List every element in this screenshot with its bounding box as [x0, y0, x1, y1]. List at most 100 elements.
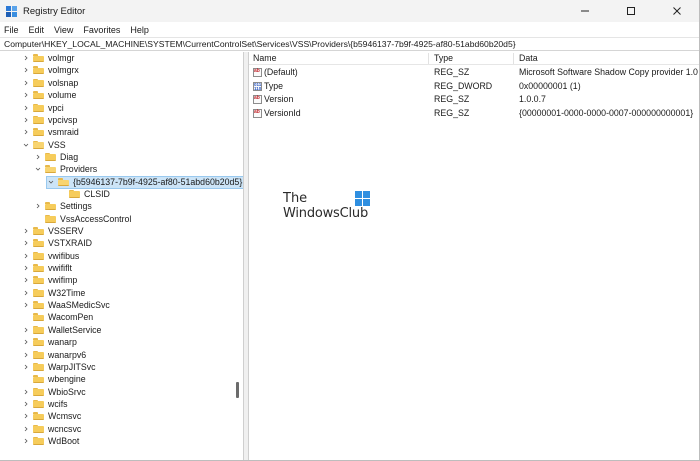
tree-item[interactable]: VSSERV — [22, 225, 84, 237]
chevron-right-icon[interactable] — [22, 425, 30, 433]
tree-item[interactable]: vwififlt — [22, 262, 72, 274]
menu-favorites[interactable]: Favorites — [78, 25, 125, 35]
registry-editor-icon — [6, 5, 17, 17]
close-button[interactable] — [654, 0, 700, 22]
tree-item[interactable]: wanarpv6 — [22, 348, 86, 360]
chevron-right-icon[interactable] — [22, 54, 30, 62]
string-value-icon: ab — [253, 108, 262, 118]
value-row[interactable]: ab VersionId REG_SZ {00000001-0000-0000-000… — [249, 107, 700, 120]
chevron-right-icon[interactable] — [22, 91, 30, 99]
chevron-right-icon[interactable] — [34, 153, 42, 161]
folder-open-icon — [58, 178, 69, 186]
folder-icon — [69, 189, 80, 198]
tree-item[interactable]: WbioSrvc — [22, 385, 86, 397]
tree-item[interactable]: volmgr — [22, 52, 74, 64]
tree-item-label: wbengine — [48, 374, 86, 385]
tree-item-label: wcifs — [48, 398, 68, 409]
menu-file[interactable]: File — [0, 25, 24, 35]
chevron-right-icon[interactable] — [22, 289, 30, 297]
window-controls — [562, 0, 700, 22]
tree-item[interactable]: WarpJITSvc — [22, 361, 96, 373]
chevron-right-icon[interactable] — [22, 363, 30, 371]
tree-item[interactable]: wcncsvc — [22, 423, 81, 435]
column-header-name[interactable]: Name — [249, 53, 429, 64]
chevron-down-icon[interactable] — [47, 178, 55, 186]
tree-item[interactable]: WaaSMedicSvc — [22, 299, 110, 311]
tree-item-label: wanarp — [48, 337, 77, 348]
chevron-right-icon[interactable] — [34, 202, 42, 210]
chevron-right-icon[interactable] — [22, 264, 30, 272]
tree-item[interactable]: vpcivsp — [22, 114, 77, 126]
chevron-right-icon[interactable] — [22, 388, 30, 396]
chevron-right-icon[interactable] — [22, 437, 30, 445]
chevron-right-icon[interactable] — [22, 104, 30, 112]
chevron-right-icon[interactable] — [22, 79, 30, 87]
value-name: Type — [264, 80, 284, 91]
column-header-data[interactable]: Data — [515, 53, 700, 64]
column-header-type[interactable]: Type — [430, 53, 514, 64]
tree-item[interactable]: vwifibus — [22, 250, 79, 262]
folder-icon — [33, 424, 44, 433]
tree-item[interactable]: wbengine — [22, 373, 86, 385]
tree-item[interactable]: vpci — [22, 101, 64, 113]
tree-item[interactable]: volmgrx — [22, 64, 79, 76]
chevron-right-icon[interactable] — [22, 400, 30, 408]
value-data-cell: 1.0.0.7 — [519, 94, 546, 105]
menu-edit[interactable]: Edit — [24, 25, 50, 35]
menu-view[interactable]: View — [49, 25, 78, 35]
chevron-right-icon[interactable] — [22, 326, 30, 334]
folder-icon — [33, 54, 44, 63]
folder-icon — [33, 387, 44, 396]
value-list-pane[interactable]: Name Type Data ab (Default) REG_SZ Microsof… — [248, 52, 700, 461]
tree-item[interactable]: Wcmsvc — [22, 410, 81, 422]
tree-item[interactable]: wcifs — [22, 398, 68, 410]
tree-item-label: volmgrx — [48, 65, 79, 76]
tree-item[interactable]: WacomPen — [22, 311, 93, 323]
key-tree-pane[interactable]: volmgr volmgrx volsnap volume vpci vpcivsp vsm… — [0, 52, 244, 461]
tree-item[interactable]: WalletService — [22, 324, 101, 336]
tree-item[interactable]: CLSID — [58, 188, 110, 200]
chevron-right-icon[interactable] — [22, 301, 30, 309]
chevron-right-icon[interactable] — [22, 338, 30, 346]
watermark-line1: The — [283, 191, 308, 206]
chevron-down-icon[interactable] — [34, 165, 42, 173]
maximize-button[interactable] — [608, 0, 654, 22]
tree-item[interactable]: VSTXRAID — [22, 237, 92, 249]
tree-item[interactable]: W32Time — [22, 287, 85, 299]
address-bar[interactable]: Computer\HKEY_LOCAL_MACHINE\SYSTEM\Curre… — [0, 37, 700, 51]
chevron-down-icon[interactable] — [22, 141, 30, 149]
chevron-right-icon[interactable] — [22, 227, 30, 235]
tree-item[interactable]: Settings — [34, 200, 92, 212]
chevron-right-icon[interactable] — [22, 276, 30, 284]
tree-item[interactable]: wanarp — [22, 336, 77, 348]
tree-item[interactable]: volsnap — [22, 77, 78, 89]
tree-item-label: CLSID — [84, 188, 110, 199]
tree-item[interactable]: Diag — [34, 151, 78, 163]
minimize-button[interactable] — [562, 0, 608, 22]
value-row[interactable]: 011 110 Type REG_DWORD 0x00000001 (1) — [249, 80, 700, 93]
tree-item[interactable]: Providers — [34, 163, 97, 175]
tree-scrollbar-thumb[interactable] — [236, 382, 239, 398]
folder-icon — [33, 66, 44, 75]
tree-item-selected[interactable]: {b5946137-7b9f-4925-af80-51abd60b20d5} — [46, 175, 243, 189]
chevron-right-icon[interactable] — [22, 351, 30, 359]
value-row[interactable]: ab Version REG_SZ 1.0.0.7 — [249, 93, 700, 106]
folder-icon — [33, 412, 44, 421]
tree-item[interactable]: VSS — [22, 138, 66, 150]
chevron-right-icon[interactable] — [22, 128, 30, 136]
tree-item[interactable]: volume — [22, 89, 76, 101]
chevron-right-icon[interactable] — [22, 239, 30, 247]
chevron-right-icon[interactable] — [22, 412, 30, 420]
tree-item[interactable]: vsmraid — [22, 126, 79, 138]
chevron-right-icon[interactable] — [22, 116, 30, 124]
value-row[interactable]: ab (Default) REG_SZ Microsoft Software Shad… — [249, 66, 700, 79]
chevron-right-icon[interactable] — [22, 252, 30, 260]
tree-item[interactable]: WdBoot — [22, 435, 79, 447]
minimize-icon — [581, 10, 589, 12]
tree-item[interactable]: vwifimp — [22, 274, 77, 286]
menu-help[interactable]: Help — [125, 25, 154, 35]
tree-item[interactable]: VssAccessControl — [34, 213, 131, 225]
folder-open-icon — [33, 140, 44, 149]
chevron-right-icon[interactable] — [22, 66, 30, 74]
